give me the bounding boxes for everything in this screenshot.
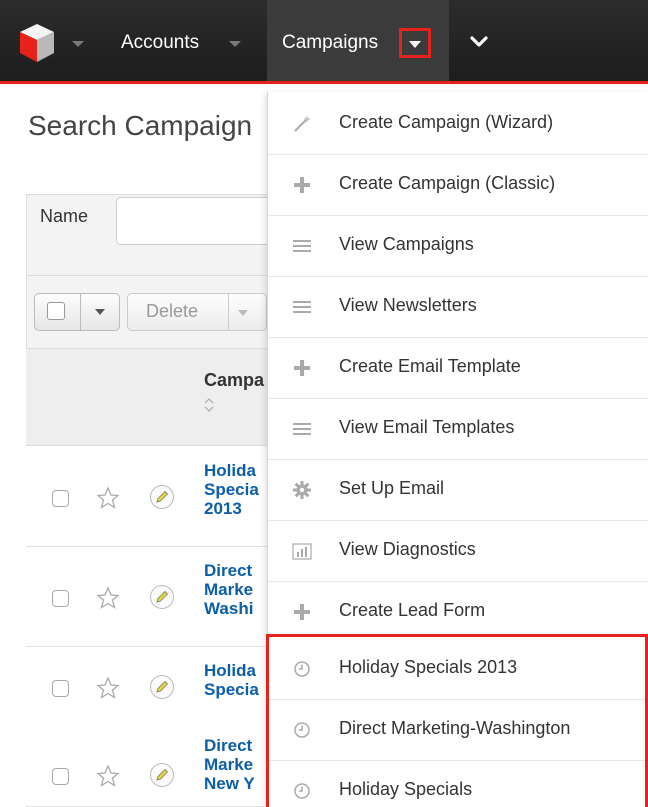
menu-item-set-up-email[interactable]: Set Up Email <box>268 460 648 521</box>
menu-item-create-lead-form[interactable]: Create Lead Form <box>268 582 648 643</box>
menu-item-label: Holiday Specials <box>339 779 473 799</box>
menu-item-view-campaigns[interactable]: View Campaigns <box>268 216 648 277</box>
mass-select-chevron-down-icon[interactable] <box>95 309 105 315</box>
menu-item-label: View Campaigns <box>339 234 474 254</box>
logo-chevron-down-icon[interactable] <box>72 41 84 47</box>
clock-icon <box>294 722 310 738</box>
edit-pencil-icon[interactable] <box>149 674 175 700</box>
plus-icon <box>294 177 310 193</box>
delete-button-label: Delete <box>146 301 199 321</box>
sugar-cube-logo-icon[interactable] <box>16 22 58 64</box>
list-icon <box>293 240 311 252</box>
menu-item-label: Holiday Specials 2013 <box>339 657 518 677</box>
menu-item-label: Direct Marketing-Washington <box>339 718 571 738</box>
menu-item-label: View Email Templates <box>339 417 515 437</box>
list-icon <box>293 301 311 313</box>
menu-item-recent-holiday-specials[interactable]: Holiday Specials <box>268 761 648 807</box>
menu-item-label: Create Email Template <box>339 356 521 376</box>
row-checkbox[interactable] <box>52 768 69 785</box>
menu-item-recent-direct-marketing-washington[interactable]: Direct Marketing-Washington <box>268 700 648 761</box>
favorite-star-icon[interactable] <box>96 764 120 788</box>
gear-icon <box>293 481 311 499</box>
menu-item-create-campaign-wizard[interactable]: Create Campaign (Wizard) <box>268 94 648 155</box>
name-filter-label: Name <box>40 206 89 226</box>
table-header-row <box>26 348 286 446</box>
menu-item-create-email-template[interactable]: Create Email Template <box>268 338 648 399</box>
campaign-name-link[interactable]: Direct Marke Washi <box>204 561 274 618</box>
page-title: Search Campaign <box>28 110 253 141</box>
bar-chart-icon <box>292 543 312 560</box>
top-nav-bar: Accounts Campaigns <box>0 0 648 84</box>
plus-icon <box>294 360 310 376</box>
menu-item-view-diagnostics[interactable]: View Diagnostics <box>268 521 648 582</box>
menu-item-label: View Newsletters <box>339 295 477 315</box>
menu-item-label: Create Lead Form <box>339 600 486 620</box>
row-checkbox[interactable] <box>52 490 69 507</box>
campaign-name-link[interactable]: Direct Marke New Y <box>204 736 274 793</box>
name-filter-input[interactable] <box>116 197 286 245</box>
menu-item-view-newsletters[interactable]: View Newsletters <box>268 277 648 338</box>
mass-select-divider <box>80 294 81 330</box>
edit-pencil-icon[interactable] <box>149 584 175 610</box>
list-icon <box>293 423 311 435</box>
row-checkbox[interactable] <box>52 680 69 697</box>
delete-button-divider <box>228 294 229 330</box>
campaign-column-header[interactable]: Campa <box>204 370 264 391</box>
plus-icon <box>294 604 310 620</box>
menu-item-label: Create Campaign (Wizard) <box>339 112 554 132</box>
menu-item-label: Create Campaign (Classic) <box>339 173 556 193</box>
edit-pencil-icon[interactable] <box>149 762 175 788</box>
menu-item-label: Set Up Email <box>339 478 445 498</box>
delete-chevron-down-icon[interactable] <box>238 310 248 316</box>
favorite-star-icon[interactable] <box>96 486 120 510</box>
clock-icon <box>294 783 310 799</box>
menu-item-create-campaign-classic[interactable]: Create Campaign (Classic) <box>268 155 648 216</box>
campaign-name-link[interactable]: Holida Specia <box>204 661 274 699</box>
mass-select-checkbox[interactable] <box>47 302 65 320</box>
favorite-star-icon[interactable] <box>96 676 120 700</box>
campaigns-dropdown-toggle-button[interactable] <box>399 28 431 58</box>
accounts-chevron-down-icon[interactable] <box>229 41 241 47</box>
row-checkbox[interactable] <box>52 590 69 607</box>
nav-campaigns[interactable]: Campaigns <box>282 0 378 81</box>
campaign-name-link[interactable]: Holida Specia 2013 <box>204 461 274 518</box>
more-modules-chevron-icon[interactable] <box>469 32 489 52</box>
menu-item-label: View Diagnostics <box>339 539 476 559</box>
clock-icon <box>294 661 310 677</box>
wand-icon <box>294 115 311 132</box>
sort-icon[interactable] <box>204 398 214 412</box>
menu-item-recent-holiday-specials-2013[interactable]: Holiday Specials 2013 <box>268 639 648 700</box>
edit-pencil-icon[interactable] <box>149 484 175 510</box>
menu-item-view-email-templates[interactable]: View Email Templates <box>268 399 648 460</box>
nav-accounts[interactable]: Accounts <box>121 0 199 81</box>
favorite-star-icon[interactable] <box>96 586 120 610</box>
